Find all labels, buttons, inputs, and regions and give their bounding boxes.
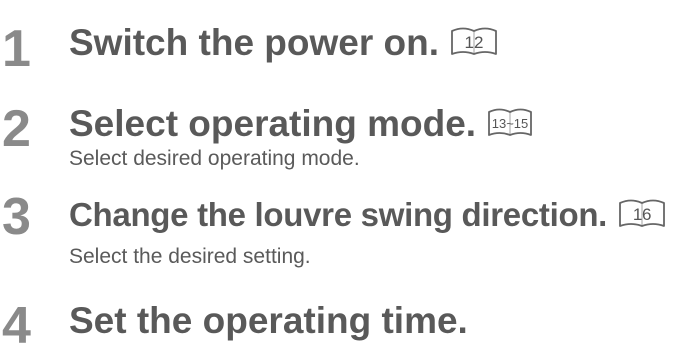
step-number: 1: [2, 20, 31, 78]
step-number: 3: [2, 188, 31, 246]
step-title-text: Switch the power on.: [69, 22, 440, 63]
open-book-icon: 13~15: [488, 108, 532, 137]
page-ref[interactable]: 12: [449, 25, 499, 57]
page-ref[interactable]: 16: [617, 197, 667, 229]
step-title: Change the louvre swing direction. 16: [69, 194, 667, 236]
step-number: 4: [2, 297, 31, 355]
step-description: Select desired operating mode.: [69, 147, 360, 170]
step-title: Set the operating time.: [69, 300, 468, 341]
step-description: Select the desired setting.: [69, 245, 311, 268]
step-number: 2: [2, 100, 31, 158]
page-ref-number: 12: [465, 33, 484, 52]
step-title-text: Select operating mode.: [69, 103, 477, 144]
open-book-icon: 16: [619, 199, 665, 228]
page-ref-number: 13~15: [492, 116, 529, 131]
page-ref-number: 16: [633, 205, 651, 224]
open-book-icon: 12: [451, 27, 497, 56]
step-title-text: Change the louvre swing direction.: [69, 196, 608, 233]
step-title: Select operating mode. 13~15: [69, 103, 534, 145]
step-title: Switch the power on. 12: [69, 22, 499, 64]
page-ref[interactable]: 13~15: [486, 106, 534, 138]
